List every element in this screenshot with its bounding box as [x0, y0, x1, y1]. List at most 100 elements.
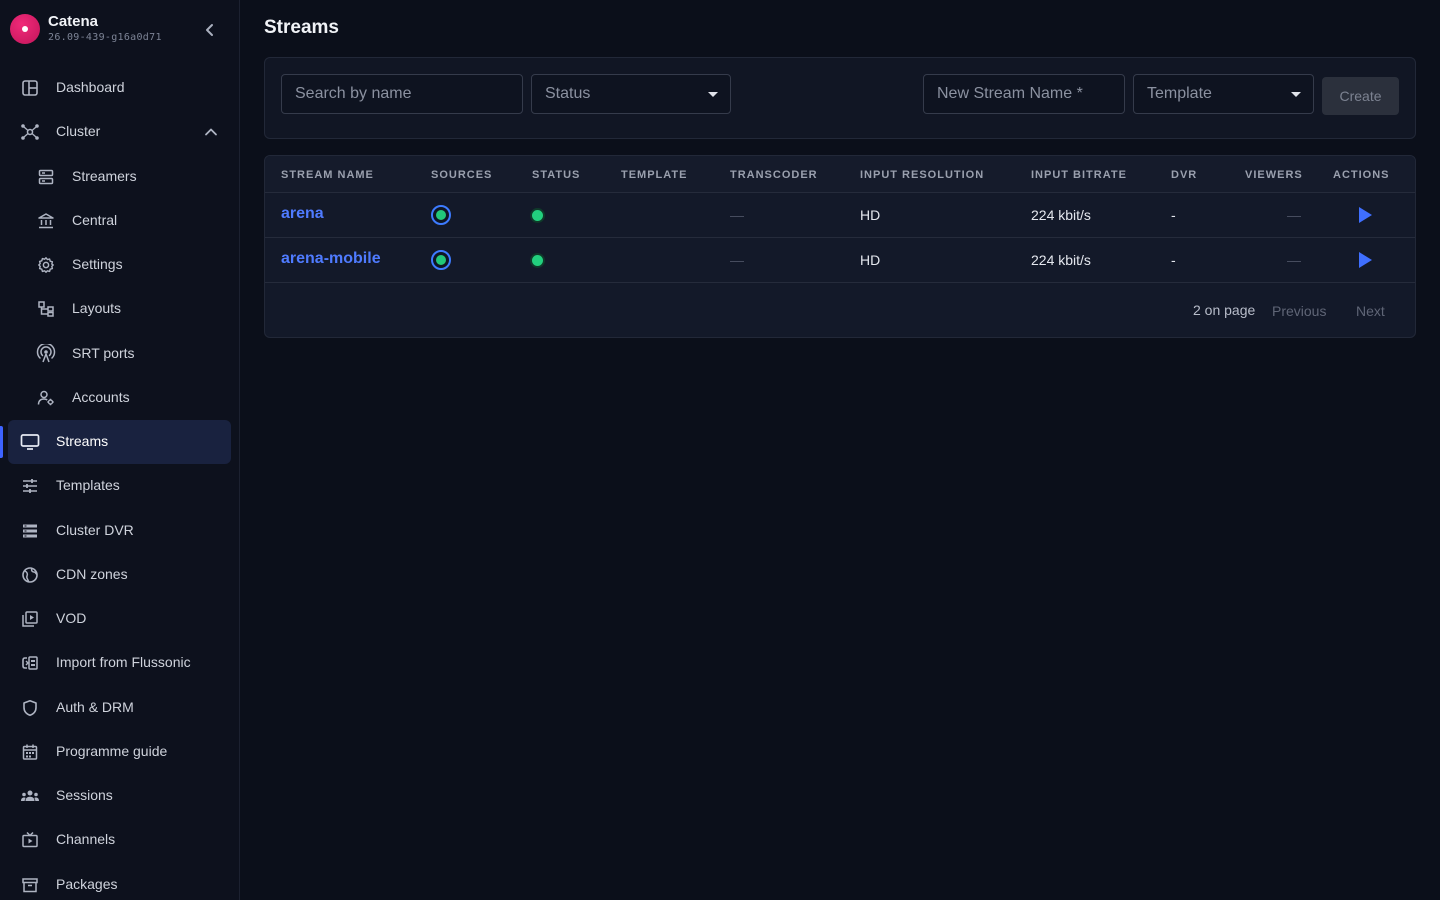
column-header[interactable]: TRANSCODER: [730, 169, 818, 181]
sidebar-item-label: Packages: [56, 876, 118, 892]
streams-toolbar: Search by name Status New Stream Name * …: [264, 57, 1416, 139]
dashboard-icon: [20, 78, 40, 98]
sidebar-item-streams[interactable]: Streams: [8, 420, 231, 464]
archive-icon: [20, 875, 40, 895]
sidebar-item-label: Streams: [56, 433, 109, 449]
new-stream-name-input[interactable]: New Stream Name *: [923, 74, 1125, 114]
page-title: Streams: [264, 17, 339, 38]
sidebar-item-label: Cluster DVR: [56, 522, 134, 538]
brand[interactable]: Catena 26.09-439-g16a0d71: [10, 13, 230, 45]
stream-status-icon: [530, 208, 545, 223]
import-icon: [20, 653, 40, 673]
viewers-cell: —: [1287, 207, 1301, 223]
video-library-icon: [20, 609, 40, 629]
sidebar-item-central[interactable]: Central: [8, 199, 231, 243]
sidebar-item-vod[interactable]: VOD: [8, 597, 231, 641]
accounts-icon: [36, 388, 56, 408]
sidebar-item-templates[interactable]: Templates: [8, 464, 231, 508]
column-header[interactable]: SOURCES: [431, 169, 492, 181]
dvr-cell: -: [1171, 207, 1176, 223]
sidebar-item-label: VOD: [56, 610, 87, 626]
stream-name-link[interactable]: arena: [281, 205, 324, 223]
column-header[interactable]: STREAM NAME: [281, 169, 374, 181]
collapse-sidebar-button[interactable]: [198, 18, 222, 42]
sidebar-item-cluster-dvr[interactable]: Cluster DVR: [8, 509, 231, 553]
sidebar-item-label: Programme guide: [56, 743, 168, 759]
status-placeholder: Status: [545, 85, 591, 102]
bank-icon: [36, 211, 56, 231]
transcoder-cell: —: [730, 252, 744, 268]
chevron-left-icon: [206, 24, 213, 36]
sidebar-item-label: Dashboard: [56, 79, 125, 95]
sidebar-item-srt-ports[interactable]: SRT ports: [8, 332, 231, 376]
sidebar-item-label: Auth & DRM: [56, 699, 134, 715]
column-header[interactable]: DVR: [1171, 169, 1197, 181]
bitrate-cell: 224 kbit/s: [1031, 252, 1091, 268]
dvr-cell: -: [1171, 252, 1176, 268]
chevron-up-icon[interactable]: [203, 124, 219, 140]
column-header[interactable]: INPUT BITRATE: [1031, 169, 1127, 181]
play-icon[interactable]: [1359, 252, 1372, 268]
search-input[interactable]: Search by name: [281, 74, 523, 114]
sidebar-item-sessions[interactable]: Sessions: [8, 774, 231, 818]
sliders-icon: [20, 476, 40, 496]
storage-icon: [20, 521, 40, 541]
column-header[interactable]: INPUT RESOLUTION: [860, 169, 984, 181]
next-page-button[interactable]: Next: [1356, 303, 1385, 319]
previous-page-button[interactable]: Previous: [1272, 303, 1326, 319]
play-icon[interactable]: [1359, 207, 1372, 223]
sidebar-item-streamers[interactable]: Streamers: [8, 155, 231, 199]
table-header: STREAM NAME SOURCES STATUS TEMPLATE TRAN…: [265, 156, 1415, 193]
sidebar-item-packages[interactable]: Packages: [8, 863, 231, 900]
sidebar-item-channels[interactable]: Channels: [8, 818, 231, 862]
sidebar-item-label: Import from Flussonic: [56, 654, 191, 670]
source-status-icon[interactable]: [431, 205, 451, 225]
sidebar-item-label: Sessions: [56, 787, 113, 803]
create-button[interactable]: Create: [1322, 77, 1399, 115]
layout-icon: [36, 299, 56, 319]
sidebar-item-programme-guide[interactable]: Programme guide: [8, 730, 231, 774]
new-stream-placeholder: New Stream Name *: [937, 85, 1083, 102]
sidebar-item-accounts[interactable]: Accounts: [8, 376, 231, 420]
dropdown-arrow-icon: [708, 92, 718, 97]
column-header[interactable]: VIEWERS: [1245, 169, 1303, 181]
users-icon: [20, 786, 40, 806]
calendar-icon: [20, 742, 40, 762]
sidebar-item-cdn-zones[interactable]: CDN zones: [8, 553, 231, 597]
transcoder-cell: —: [730, 207, 744, 223]
sidebar-item-auth-drm[interactable]: Auth & DRM: [8, 686, 231, 730]
tv-icon: [20, 830, 40, 850]
monitor-icon: [20, 432, 40, 452]
column-header[interactable]: STATUS: [532, 169, 580, 181]
bitrate-cell: 224 kbit/s: [1031, 207, 1091, 223]
sidebar-item-layouts[interactable]: Layouts: [8, 287, 231, 331]
sidebar: Catena 26.09-439-g16a0d71 Dashboard Clus…: [0, 0, 240, 900]
antenna-icon: [36, 344, 56, 364]
table-row[interactable]: arena — HD 224 kbit/s - —: [265, 193, 1415, 238]
column-header[interactable]: TEMPLATE: [621, 169, 687, 181]
cluster-icon: [20, 122, 40, 142]
table-row[interactable]: arena-mobile — HD 224 kbit/s - —: [265, 238, 1415, 283]
sidebar-item-import-flussonic[interactable]: Import from Flussonic: [8, 641, 231, 685]
stream-name-link[interactable]: arena-mobile: [281, 250, 381, 268]
app-name: Catena: [48, 13, 99, 30]
streams-table: STREAM NAME SOURCES STATUS TEMPLATE TRAN…: [264, 155, 1416, 338]
sidebar-item-dashboard[interactable]: Dashboard: [8, 66, 231, 110]
source-status-icon[interactable]: [431, 250, 451, 270]
active-indicator: [0, 426, 3, 458]
resolution-cell: HD: [860, 252, 881, 268]
sidebar-item-label: Streamers: [72, 168, 137, 184]
column-header[interactable]: ACTIONS: [1333, 169, 1390, 181]
sidebar-item-settings[interactable]: Settings: [8, 243, 231, 287]
sidebar-item-label: Channels: [56, 831, 116, 847]
resolution-cell: HD: [860, 207, 881, 223]
sidebar-item-label: Layouts: [72, 300, 122, 316]
template-placeholder: Template: [1147, 85, 1212, 102]
server-icon: [36, 167, 56, 187]
catena-logo-icon: [10, 14, 40, 44]
sidebar-item-label: Accounts: [72, 389, 130, 405]
template-select[interactable]: Template: [1133, 74, 1314, 114]
sidebar-item-cluster[interactable]: Cluster: [8, 110, 231, 154]
status-select[interactable]: Status: [531, 74, 731, 114]
stream-status-icon: [530, 253, 545, 268]
